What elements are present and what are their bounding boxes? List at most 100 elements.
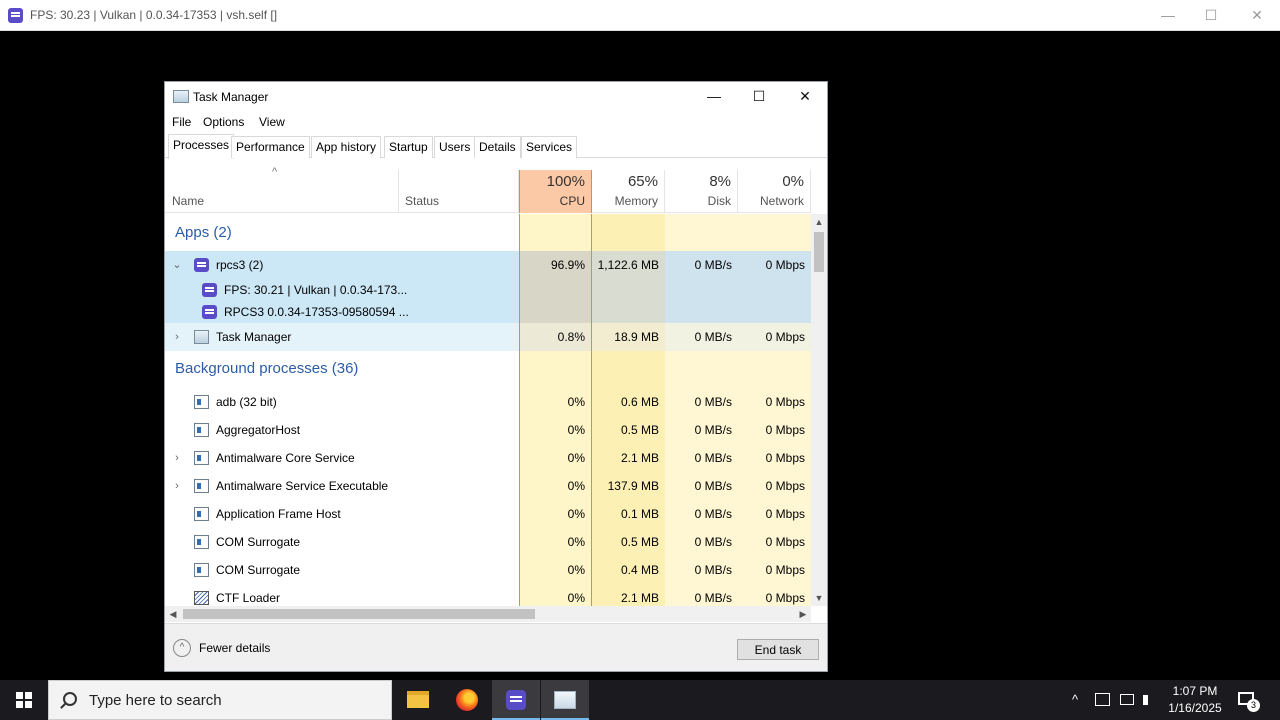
table-row-rpcs3[interactable]: ⌄ rpcs3 (2) 96.9% 1,122.6 MB 0 MB/s 0 Mb… bbox=[165, 251, 811, 323]
group-label-background: Background processes (36) bbox=[175, 360, 359, 377]
horizontal-scrollbar[interactable]: ◀ ▶ bbox=[165, 606, 811, 622]
cpu-value: 96.9% bbox=[550, 258, 585, 272]
menu-options[interactable]: Options bbox=[203, 115, 244, 129]
network-cell: 0 Mbps bbox=[738, 251, 811, 323]
clock-date: 1/16/2025 bbox=[1168, 701, 1222, 715]
network-cell: 0 Mbps bbox=[738, 388, 811, 416]
column-cpu[interactable]: 100% CPU bbox=[519, 170, 592, 213]
memory-cell: 0.6 MB bbox=[592, 388, 665, 416]
tab-services[interactable]: Services bbox=[521, 136, 578, 158]
column-network[interactable]: 0% Network bbox=[738, 170, 811, 213]
table-row[interactable]: CTF Loader 0% 2.1 MB 0 MB/s 0 Mbps bbox=[165, 584, 811, 606]
vertical-scrollbar[interactable]: ▲ ▼ bbox=[811, 214, 827, 606]
expand-chevron-icon[interactable]: › bbox=[171, 444, 183, 472]
task-manager-window: Task Manager — ☐ ✕ File Options View Pro… bbox=[164, 81, 828, 672]
tab-strip: Processes Performance App history Startu… bbox=[165, 134, 827, 159]
tab-processes[interactable]: Processes bbox=[168, 134, 235, 159]
group-bg-cpu-cell bbox=[519, 351, 592, 388]
column-memory[interactable]: 65% Memory bbox=[592, 170, 665, 213]
table-row[interactable]: › Antimalware Core Service 0% 2.1 MB 0 MB/s 0… bbox=[165, 444, 811, 472]
tm-minimize-button[interactable]: — bbox=[691, 82, 737, 110]
vertical-scroll-thumb[interactable] bbox=[814, 232, 824, 272]
scroll-up-icon[interactable]: ▲ bbox=[811, 214, 827, 230]
disk-cell: 0 MB/s bbox=[665, 416, 738, 444]
rpcs3-window-title: FPS: 30.23 | Vulkan | 0.0.34-17353 | vsh… bbox=[30, 8, 278, 22]
process-icon bbox=[194, 591, 209, 605]
table-row[interactable]: AggregatorHost 0% 0.5 MB 0 MB/s 0 Mbps bbox=[165, 416, 811, 444]
cpu-cell: 96.9% bbox=[519, 251, 592, 323]
table-row[interactable]: adb (32 bit) 0% 0.6 MB 0 MB/s 0 Mbps bbox=[165, 388, 811, 416]
rpcs3-minimize-button[interactable]: — bbox=[1145, 0, 1191, 31]
group-header-background: Background processes (36) bbox=[165, 351, 811, 388]
network-icon[interactable] bbox=[1120, 694, 1134, 705]
scroll-left-icon[interactable]: ◀ bbox=[165, 606, 181, 622]
collapse-chevron-icon[interactable]: ⌄ bbox=[171, 251, 183, 279]
taskbar-search[interactable] bbox=[48, 680, 392, 720]
taskbar-rpcs3[interactable] bbox=[492, 680, 540, 720]
footer-bar: ^ Fewer details End task bbox=[165, 623, 827, 671]
search-input[interactable] bbox=[89, 689, 379, 711]
scroll-down-icon[interactable]: ▼ bbox=[811, 590, 827, 606]
action-center-button[interactable]: 3 bbox=[1236, 690, 1260, 712]
tab-startup[interactable]: Startup bbox=[384, 136, 433, 158]
disk-cell: 0 MB/s bbox=[665, 528, 738, 556]
rpcs3-app-icon bbox=[8, 8, 23, 23]
menu-view[interactable]: View bbox=[259, 115, 285, 129]
taskbar-task-manager[interactable] bbox=[541, 680, 589, 720]
process-icon bbox=[194, 479, 209, 493]
process-name: rpcs3 (2) bbox=[216, 258, 264, 272]
rpcs3-window-icon bbox=[202, 305, 217, 319]
expand-chevron-icon[interactable]: › bbox=[171, 323, 183, 351]
tray-app-icon[interactable] bbox=[1095, 693, 1110, 706]
group-apps-disk-cell bbox=[665, 214, 738, 251]
memory-cell: 2.1 MB bbox=[592, 584, 665, 606]
column-name[interactable]: Name bbox=[165, 170, 399, 213]
horizontal-scroll-thumb[interactable] bbox=[183, 609, 535, 619]
network-cell: 0 Mbps bbox=[738, 528, 811, 556]
memory-cell: 0.5 MB bbox=[592, 528, 665, 556]
rpcs3-process-icon bbox=[194, 258, 209, 272]
process-list: Apps (2) ⌄ rpcs3 (2) 96.9% 1,122.6 MB 0 … bbox=[165, 214, 811, 606]
column-disk[interactable]: 8% Disk bbox=[665, 170, 738, 213]
tab-users[interactable]: Users bbox=[434, 136, 476, 158]
tm-maximize-button[interactable]: ☐ bbox=[736, 82, 782, 110]
memory-cell: 2.1 MB bbox=[592, 444, 665, 472]
group-bg-mem-cell bbox=[592, 351, 665, 388]
table-row[interactable]: Application Frame Host 0% 0.1 MB 0 MB/s 0 Mb… bbox=[165, 500, 811, 528]
task-manager-title: Task Manager bbox=[193, 90, 269, 104]
scroll-right-icon[interactable]: ▶ bbox=[795, 606, 811, 622]
cpu-cell: 0% bbox=[519, 500, 592, 528]
task-manager-titlebar[interactable]: Task Manager — ☐ ✕ bbox=[165, 82, 827, 110]
process-name: AggregatorHost bbox=[216, 423, 301, 437]
menu-file[interactable]: File bbox=[172, 115, 191, 129]
tray-overflow-chevron-icon[interactable]: ^ bbox=[1072, 692, 1078, 708]
table-row-rpcs3-child-main[interactable]: RPCS3 0.0.34-17353-09580594 ... bbox=[165, 301, 519, 323]
end-task-button[interactable]: End task bbox=[737, 639, 819, 660]
rpcs3-close-button[interactable]: ✕ bbox=[1234, 0, 1280, 31]
table-row-task-manager[interactable]: › Task Manager 0.8% 18.9 MB 0 MB/s 0 Mbp… bbox=[165, 323, 811, 351]
rpcs3-maximize-button[interactable]: ☐ bbox=[1188, 0, 1234, 31]
column-status[interactable]: Status bbox=[399, 170, 519, 213]
table-row[interactable]: › Antimalware Service Executable 0% 137.9 M… bbox=[165, 472, 811, 500]
tab-details[interactable]: Details bbox=[474, 136, 521, 158]
disk-cell: 0 MB/s bbox=[665, 388, 738, 416]
column-memory-label: Memory bbox=[614, 194, 658, 208]
taskbar-file-explorer[interactable] bbox=[394, 680, 442, 720]
windows-logo-icon bbox=[16, 692, 32, 708]
tab-performance[interactable]: Performance bbox=[231, 136, 310, 158]
table-row[interactable]: COM Surrogate 0% 0.4 MB 0 MB/s 0 Mbps bbox=[165, 556, 811, 584]
volume-muted-icon[interactable] bbox=[1143, 695, 1153, 705]
table-row[interactable]: COM Surrogate 0% 0.5 MB 0 MB/s 0 Mbps bbox=[165, 528, 811, 556]
taskbar-clock[interactable]: 1:07 PM 1/16/2025 bbox=[1160, 683, 1230, 717]
process-name: adb (32 bit) bbox=[216, 395, 277, 409]
table-row-rpcs3-child-fps[interactable]: FPS: 30.21 | Vulkan | 0.0.34-173... bbox=[165, 279, 519, 301]
taskbar-firefox[interactable] bbox=[443, 680, 491, 720]
network-cell: 0 Mbps bbox=[738, 416, 811, 444]
start-button[interactable] bbox=[0, 680, 48, 720]
process-name: FPS: 30.21 | Vulkan | 0.0.34-173... bbox=[224, 283, 408, 297]
tab-app-history[interactable]: App history bbox=[311, 136, 382, 158]
cpu-cell: 0.8% bbox=[519, 323, 592, 351]
tm-close-button[interactable]: ✕ bbox=[782, 82, 828, 110]
disk-cell: 0 MB/s bbox=[665, 472, 738, 500]
expand-chevron-icon[interactable]: › bbox=[171, 472, 183, 500]
